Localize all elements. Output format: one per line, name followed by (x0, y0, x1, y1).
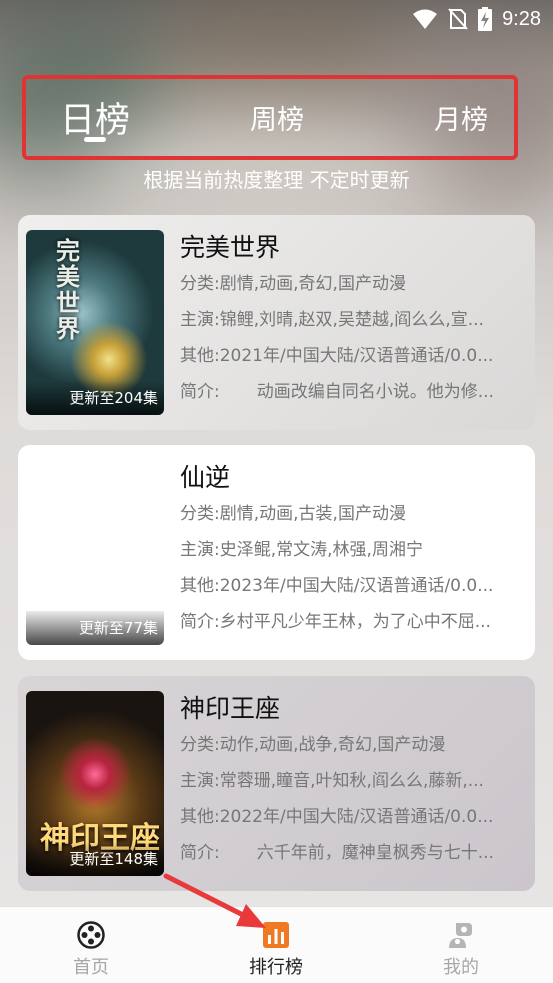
intro-value: 六千年前，魔神皇枫秀与七十... (256, 843, 494, 863)
item-title: 仙逆 (180, 463, 231, 492)
genre-value: 动作,动画,战争,奇幻,国产动漫 (219, 735, 446, 755)
nav-profile-label: 我的 (443, 957, 479, 978)
poster-image: 更新至77集 (26, 460, 164, 645)
poster-image: 完美世界 更新至204集 (26, 230, 164, 415)
intro-label: 简介: (180, 382, 220, 402)
list-item[interactable]: 神印王座 更新至148集 神印王座 分类: 动作,动画,战争,奇幻,国产动漫 主演… (18, 676, 535, 891)
list-item[interactable]: 完美世界 更新至204集 完美世界 分类: 剧情,动画,奇幻,国产动漫 主演: 锦鲤… (18, 215, 535, 430)
other-value: 2021年/中国大陆/汉语普通话/0.0... (219, 346, 494, 366)
wifi-icon (413, 9, 438, 29)
cast-label: 主演: (180, 310, 220, 330)
list-item[interactable]: 更新至77集 仙逆 分类: 剧情,动画,古装,国产动漫 主演: 史泽鲲,常文涛,林强… (18, 445, 535, 660)
cast-label: 主演: (180, 540, 220, 560)
genre-value: 剧情,动画,古装,国产动漫 (219, 504, 406, 524)
nav-home[interactable]: 首页 (41, 907, 141, 983)
ranking-subtitle: 根据当前热度整理 不定时更新 (143, 168, 410, 192)
cast-value: 常蓉珊,瞳音,叶知秋,阎么么,藤新,... (219, 771, 484, 791)
tab-weekly[interactable]: 周榜 (250, 79, 304, 156)
bar-chart-icon (263, 922, 289, 948)
poster-image: 神印王座 更新至148集 (26, 691, 164, 876)
intro-label: 简介: (180, 843, 220, 863)
status-bar: 9:28 (0, 0, 553, 40)
tab-selected-indicator (84, 137, 106, 142)
cast-value: 锦鲤,刘晴,赵双,吴楚越,阎么么,宣... (219, 310, 484, 330)
item-title: 完美世界 (180, 233, 281, 262)
intro-value: 乡村平凡少年王林，为了心中不屈... (219, 612, 491, 632)
profile-icon (449, 923, 472, 948)
genre-label: 分类: (180, 735, 220, 755)
genre-label: 分类: (180, 504, 220, 524)
item-title: 神印王座 (180, 694, 281, 723)
genre-value: 剧情,动画,奇幻,国产动漫 (219, 274, 406, 294)
clock-time: 9:28 (502, 7, 541, 30)
nav-profile[interactable]: 我的 (411, 907, 511, 983)
other-label: 其他: (180, 346, 220, 366)
other-value: 2023年/中国大陆/汉语普通话/0.0... (219, 576, 494, 596)
film-reel-icon (77, 921, 105, 949)
other-value: 2022年/中国大陆/汉语普通话/0.0... (219, 807, 494, 827)
poster-logo-text: 完美世界 (56, 236, 80, 343)
nav-home-label: 首页 (73, 957, 109, 978)
ranking-tabs: 日榜 周榜 月榜 (22, 75, 518, 160)
cast-value: 史泽鲲,常文涛,林强,周湘宁 (219, 540, 423, 560)
episode-count: 更新至204集 (26, 381, 164, 415)
tab-monthly[interactable]: 月榜 (434, 79, 488, 156)
intro-label: 简介: (180, 612, 220, 632)
no-sim-icon (448, 8, 468, 30)
episode-count: 更新至148集 (26, 842, 164, 876)
episode-count: 更新至77集 (26, 611, 164, 645)
tab-daily[interactable]: 日榜 (60, 79, 130, 156)
genre-label: 分类: (180, 274, 220, 294)
cast-label: 主演: (180, 771, 220, 791)
intro-value: 动画改编自同名小说。他为修... (256, 382, 494, 402)
nav-ranking-label: 排行榜 (249, 957, 303, 978)
battery-charging-icon (478, 7, 493, 31)
bottom-nav: 首页 排行榜 我的 (0, 906, 553, 983)
other-label: 其他: (180, 576, 220, 596)
nav-ranking[interactable]: 排行榜 (226, 907, 326, 983)
other-label: 其他: (180, 807, 220, 827)
